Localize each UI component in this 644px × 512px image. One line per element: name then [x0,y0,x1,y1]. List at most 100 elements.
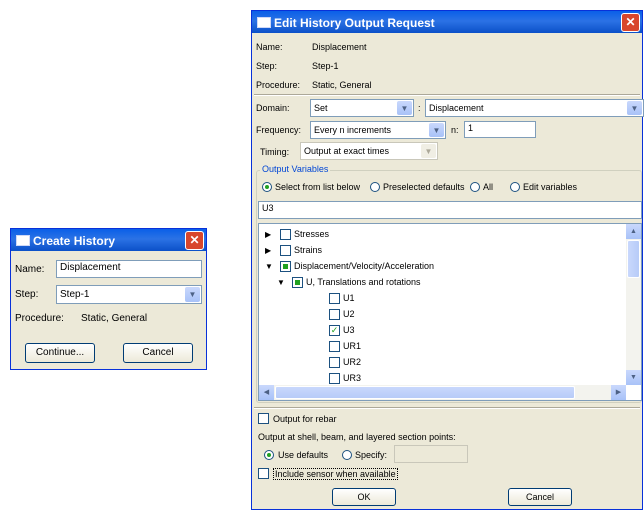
tree-item-label: U2 [343,309,355,319]
n-label: n: [451,125,459,135]
variable-source-label: All [483,182,494,192]
variables-text-field[interactable]: U3 [258,201,642,219]
close-icon[interactable]: ✕ [185,231,204,250]
edit-history-output-dialog: Edit History Output Request ✕ Name: Disp… [251,10,644,510]
tree-checkbox[interactable] [280,245,291,256]
sensor-checkbox[interactable] [258,468,269,479]
scroll-down-icon[interactable]: ▼ [626,370,641,385]
frequency-select-value: Every n increments [314,125,392,135]
domain-select-value: Set [314,103,328,113]
tree-item-label: U1 [343,293,355,303]
tree-item-label: UR1 [343,341,362,351]
tree-checkbox[interactable]: ✓ [329,325,340,336]
variable-source-radio[interactable] [262,182,272,192]
close-icon[interactable]: ✕ [621,13,640,32]
tree-checkbox[interactable] [329,341,340,352]
variable-source-radio[interactable] [470,182,480,192]
ok-button[interactable]: OK [332,488,396,506]
tree-item-label: Displacement/Velocity/Acceleration [294,261,435,271]
tree-checkbox[interactable] [280,261,291,272]
step-label: Step: [256,61,278,71]
step-select[interactable]: Step-1 ▼ [56,285,202,304]
output-variables-label: Output Variables [260,164,331,174]
variable-source-radio[interactable] [510,182,520,192]
expand-icon[interactable]: ▶ [265,227,271,242]
use-defaults-radio[interactable] [264,450,274,460]
variable-source-label: Preselected defaults [383,182,465,192]
variable-source-label: Select from list below [275,182,361,192]
tree-item-label: U3 [343,325,355,335]
tree-checkbox[interactable] [329,373,340,384]
chevron-down-icon[interactable]: ▼ [185,287,200,302]
create-history-dialog: Create History ✕ Name: Displacement Step… [10,228,207,370]
name-field[interactable]: Displacement [56,260,202,278]
create-history-title: Create History [33,234,116,248]
tree-checkbox[interactable] [329,357,340,368]
tree-checkbox[interactable] [329,293,340,304]
continue-button[interactable]: Continue... [25,343,95,363]
frequency-label: Frequency: [256,125,302,135]
variable-source-radios: Select from list below Preselected defaul… [262,181,642,195]
scroll-left-icon[interactable]: ◀ [259,385,274,400]
partial-check-mark [295,280,300,285]
domain-select[interactable]: Set ▼ [310,99,414,117]
cancel-button[interactable]: Cancel [508,488,572,506]
specify-radio[interactable] [342,450,352,460]
domain-target-value: Displacement [429,103,484,113]
timing-select[interactable]: Output at exact times ▼ [300,142,438,160]
chevron-down-icon[interactable]: ▼ [627,101,642,115]
rebar-checkbox[interactable] [258,413,269,424]
timing-label: Timing: [260,147,290,157]
expand-icon[interactable]: ▶ [265,243,271,258]
chevron-down-icon[interactable]: ▼ [397,101,412,115]
output-variables-tree: ▶ Stresses ▶ Strains ▼ Displacement/Velocity/… [258,223,642,401]
tree-item-label: Strains [294,245,323,255]
frequency-select[interactable]: Every n increments ▼ [310,121,446,139]
create-history-titlebar[interactable]: Create History ✕ [11,229,206,251]
collapse-icon[interactable]: ▼ [277,275,285,290]
tree-checkbox[interactable] [292,277,303,288]
domain-target-select[interactable]: Displacement ▼ [425,99,644,117]
name-label: Name: [256,42,283,52]
rebar-label: Output for rebar [273,414,337,424]
domain-label: Domain: [256,103,290,113]
specify-field[interactable] [394,445,468,463]
variable-source-radio[interactable] [370,182,380,192]
step-select-value: Step-1 [60,289,90,300]
tree-item-label: U, Translations and rotations [306,277,421,287]
scroll-thumb[interactable] [627,240,640,278]
tree-item-label: Stresses [294,229,330,239]
cancel-button[interactable]: Cancel [123,343,193,363]
domain-colon: : [418,103,421,113]
scroll-right-icon[interactable]: ▶ [611,385,626,400]
collapse-icon[interactable]: ▼ [265,259,273,274]
use-defaults-label: Use defaults [278,450,329,460]
tree-checkbox[interactable] [280,229,291,240]
vertical-scrollbar[interactable]: ▲ ▼ [626,224,641,385]
tree-item-label: UR2 [343,357,362,367]
name-value: Displacement [312,42,367,52]
edit-dialog-title: Edit History Output Request [274,16,435,30]
tree-body: ▶ Stresses ▶ Strains ▼ Displacement/Velocity/… [259,224,626,385]
procedure-value: Static, General [81,313,148,324]
divider [254,94,640,96]
partial-check-mark [283,264,288,269]
variable-source-label: Edit variables [523,182,578,192]
name-label: Name: [15,264,45,275]
divider [254,407,640,409]
specify-label: Specify: [355,450,388,460]
sensor-label: Include sensor when available [273,468,398,480]
n-field[interactable]: 1 [464,121,536,138]
procedure-label: Procedure: [256,80,301,90]
edit-dialog-titlebar[interactable]: Edit History Output Request ✕ [252,11,642,33]
horizontal-scrollbar[interactable]: ◀ ▶ [259,385,626,400]
chevron-down-icon[interactable]: ▼ [421,144,436,158]
tree-checkbox[interactable] [329,309,340,320]
scroll-up-icon[interactable]: ▲ [626,224,641,239]
chevron-down-icon[interactable]: ▼ [429,123,444,137]
timing-select-value: Output at exact times [304,146,390,156]
scroll-thumb[interactable] [275,386,575,399]
section-points-label: Output at shell, beam, and layered secti… [258,432,456,442]
window-icon [257,17,271,28]
tree-item-label: UR3 [343,373,362,383]
